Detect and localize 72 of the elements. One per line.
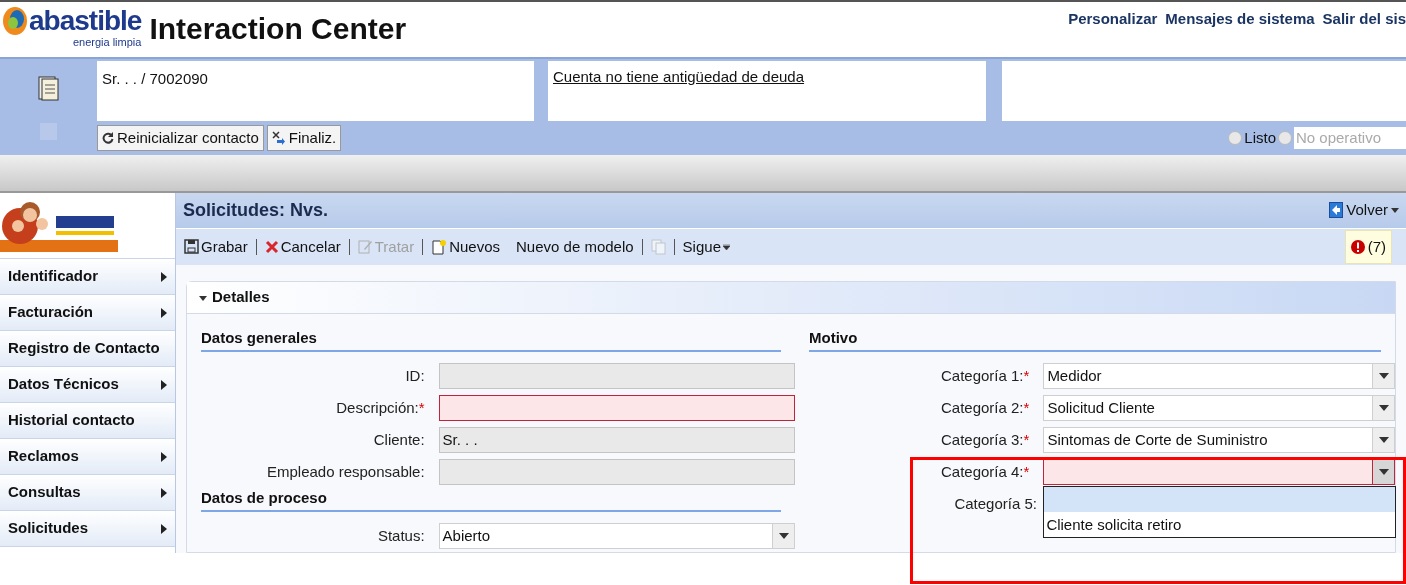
reset-contact-button[interactable]: Reinicializar contacto bbox=[97, 125, 264, 151]
group-heading: Datos generales bbox=[201, 328, 781, 352]
field-label: Empleado responsable: bbox=[266, 461, 425, 482]
field-label: Categoría 2: bbox=[940, 397, 1024, 418]
header-link[interactable]: Personalizar bbox=[1068, 8, 1158, 31]
dropdown-field[interactable]: Medidor bbox=[1043, 363, 1395, 389]
toolbar-button[interactable]: Nuevos bbox=[431, 235, 501, 258]
back-button[interactable]: Volver bbox=[1329, 199, 1399, 222]
group-heading: Motivo bbox=[809, 328, 1381, 352]
save-icon bbox=[184, 239, 199, 255]
alert-link[interactable]: Cuenta no tiene antigüedad de deuda bbox=[553, 68, 805, 85]
header-link[interactable]: Salir del sis bbox=[1322, 8, 1406, 31]
expand-caret-icon bbox=[199, 293, 207, 302]
toolbar-button[interactable]: Nuevo de modelo bbox=[516, 235, 634, 258]
contact-name: Sr. . . / 7002090 bbox=[102, 70, 208, 87]
back-arrow-icon bbox=[1329, 202, 1344, 219]
field-label: Categoría 4: bbox=[940, 461, 1024, 482]
header-link[interactable]: Mensajes de sistema bbox=[1165, 8, 1315, 31]
required-mark: * bbox=[418, 397, 425, 418]
section-header[interactable]: Detalles bbox=[187, 282, 1395, 314]
field-label: Categoría 1: bbox=[940, 365, 1024, 386]
caret-icon bbox=[723, 243, 730, 250]
end-button[interactable]: Finaliz. bbox=[266, 125, 342, 151]
dropdown-field[interactable]: Sintomas de Corte de Suministro bbox=[1043, 427, 1395, 453]
field-label: Descripción: bbox=[336, 397, 419, 418]
dropdown-field[interactable]: Abierto bbox=[438, 523, 795, 549]
cross-icon bbox=[264, 239, 279, 254]
error-icon bbox=[1350, 239, 1365, 254]
input-field[interactable] bbox=[438, 395, 795, 421]
required-mark: * bbox=[1023, 365, 1030, 386]
page-title: Solicitudes: Nvs. bbox=[183, 198, 329, 222]
toolbar-button[interactable]: Sigue bbox=[682, 235, 730, 258]
logo-tagline: energia limpia bbox=[72, 36, 142, 48]
submenu-arrow-icon bbox=[161, 307, 167, 318]
status-radio[interactable]: Listo bbox=[1228, 126, 1276, 150]
end-call-icon bbox=[271, 131, 286, 145]
field-label: Cliente: bbox=[373, 429, 425, 450]
field-label: Status: bbox=[377, 525, 425, 546]
field-label: Categoría 5: bbox=[954, 493, 1037, 514]
input-field[interactable] bbox=[438, 363, 795, 389]
dropdown-caret-icon bbox=[1378, 405, 1389, 411]
messages-badge[interactable]: (7) bbox=[1344, 229, 1392, 264]
field-label: Categoría 3: bbox=[940, 429, 1024, 450]
dropdown-caret-icon bbox=[778, 533, 789, 539]
dropdown-caret-icon bbox=[1378, 469, 1389, 475]
dropdown-field[interactable]: Solicitud Cliente bbox=[1043, 395, 1395, 421]
edit-icon bbox=[357, 239, 373, 255]
submenu-arrow-icon bbox=[161, 487, 167, 498]
required-mark: * bbox=[1023, 397, 1030, 418]
submenu-arrow-icon bbox=[161, 523, 167, 534]
required-mark: * bbox=[1023, 461, 1030, 482]
logo-icon bbox=[2, 6, 28, 36]
toolbar-button[interactable]: Grabar bbox=[184, 235, 248, 258]
input-field[interactable] bbox=[438, 459, 795, 485]
submenu-arrow-icon bbox=[161, 271, 167, 282]
dropdown-toggle[interactable] bbox=[1372, 460, 1394, 484]
copy-icon bbox=[650, 238, 666, 255]
caret-icon bbox=[1391, 207, 1399, 213]
dropdown-caret-icon bbox=[1378, 437, 1389, 443]
dropdown-caret-icon bbox=[1378, 373, 1389, 379]
submenu-arrow-icon bbox=[161, 379, 167, 390]
toolbar-button[interactable]: Cancelar bbox=[264, 235, 341, 258]
notes-icon[interactable] bbox=[37, 75, 60, 101]
required-mark: * bbox=[1023, 429, 1030, 450]
submenu-arrow-icon bbox=[161, 451, 167, 462]
refresh-icon bbox=[102, 132, 114, 144]
input-field[interactable]: Sr. . . bbox=[438, 427, 795, 453]
app-title: Interaction Center bbox=[149, 12, 407, 46]
logo-text: abastible bbox=[29, 6, 142, 36]
field-label: ID: bbox=[405, 365, 425, 386]
new-document-icon bbox=[431, 238, 448, 255]
group-heading: Datos de proceso bbox=[201, 488, 781, 512]
